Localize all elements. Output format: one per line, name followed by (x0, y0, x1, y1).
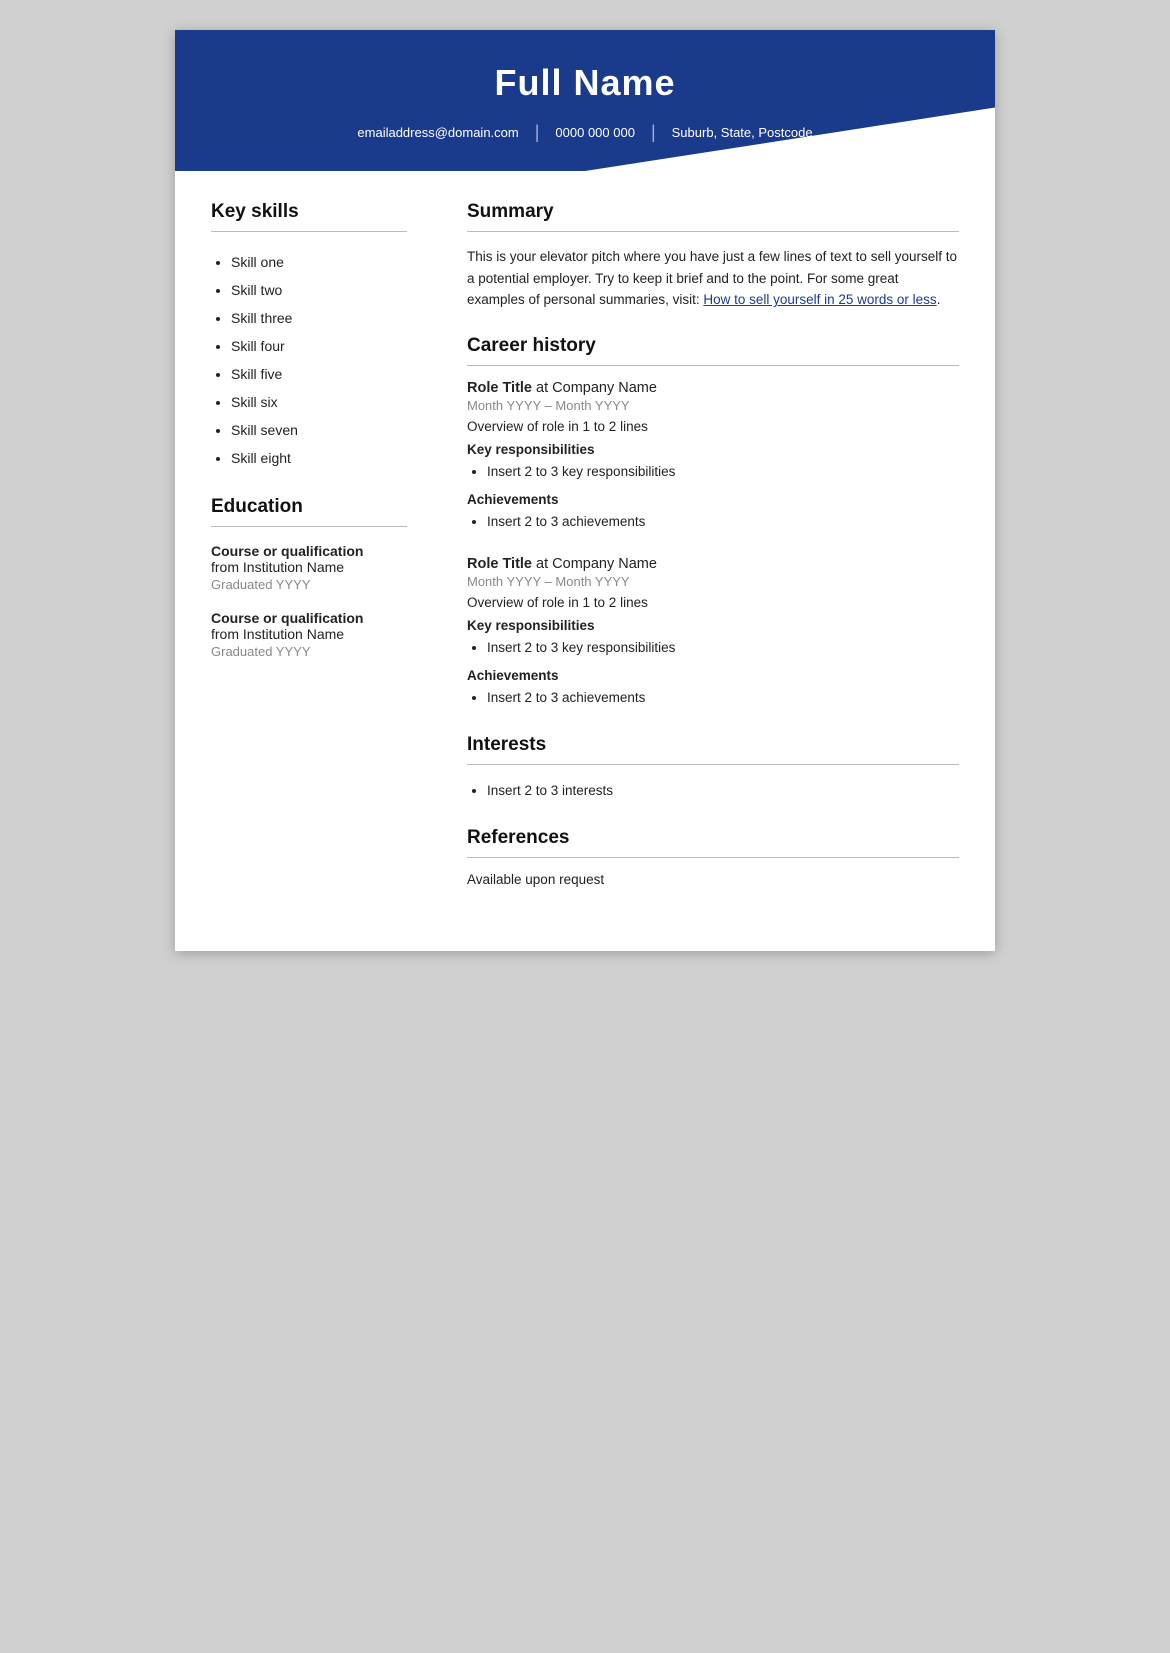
job-1-responsibilities-title: Key responsibilities (467, 442, 959, 457)
list-item: Insert 2 to 3 key responsibilities (487, 461, 959, 484)
career-title: Career history (467, 335, 959, 357)
job-1-achievements-list: Insert 2 to 3 achievements (467, 511, 959, 534)
interests-list: Insert 2 to 3 interests (467, 779, 959, 803)
career-section: Career history Role Title at Company Nam… (467, 335, 959, 710)
education-item-1: Course or qualification from Institution… (211, 543, 407, 592)
interests-section: Interests Insert 2 to 3 interests (467, 734, 959, 803)
references-title: References (467, 827, 959, 849)
references-text: Available upon request (467, 872, 959, 887)
phone: 0000 000 000 (539, 125, 651, 140)
summary-text: This is your elevator pitch where you ha… (467, 246, 959, 311)
summary-divider (467, 231, 959, 232)
job-2-title: Role Title at Company Name (467, 556, 959, 572)
list-item: Skill one (231, 248, 407, 276)
job-1-achievements-title: Achievements (467, 492, 959, 507)
career-divider (467, 365, 959, 366)
list-item: Insert 2 to 3 achievements (487, 687, 959, 710)
edu-qualification-1: Course or qualification (211, 543, 407, 559)
list-item: Skill five (231, 360, 407, 388)
edu-qualification-2: Course or qualification (211, 610, 407, 626)
body: Key skills Skill one Skill two Skill thr… (175, 171, 995, 951)
job-1-dates: Month YYYY – Month YYYY (467, 398, 959, 413)
job-1-overview: Overview of role in 1 to 2 lines (467, 419, 959, 434)
list-item: Insert 2 to 3 key responsibilities (487, 637, 959, 660)
interests-title: Interests (467, 734, 959, 756)
location: Suburb, State, Postcode (656, 125, 829, 140)
summary-link[interactable]: How to sell yourself in 25 words or less (703, 292, 936, 307)
header: Full Name emailaddress@domain.com | 0000… (175, 30, 995, 171)
list-item: Skill eight (231, 444, 407, 472)
skills-list: Skill one Skill two Skill three Skill fo… (211, 248, 407, 472)
job-1-responsibilities-list: Insert 2 to 3 key responsibilities (467, 461, 959, 484)
list-item: Skill four (231, 332, 407, 360)
job-2-dates: Month YYYY – Month YYYY (467, 574, 959, 589)
education-item-2: Course or qualification from Institution… (211, 610, 407, 659)
job-2-achievements-list: Insert 2 to 3 achievements (467, 687, 959, 710)
full-name: Full Name (215, 62, 955, 104)
list-item: Skill six (231, 388, 407, 416)
job-2-responsibilities-title: Key responsibilities (467, 618, 959, 633)
edu-grad-2: Graduated YYYY (211, 644, 407, 659)
interests-divider (467, 764, 959, 765)
education-divider (211, 526, 407, 527)
education-title: Education (211, 496, 407, 518)
list-item: Insert 2 to 3 interests (487, 779, 959, 803)
edu-grad-1: Graduated YYYY (211, 577, 407, 592)
email: emailaddress@domain.com (341, 125, 534, 140)
skills-section: Key skills Skill one Skill two Skill thr… (211, 201, 407, 472)
edu-institution-1: from Institution Name (211, 559, 407, 575)
job-1-title: Role Title at Company Name (467, 380, 959, 396)
skills-title: Key skills (211, 201, 407, 223)
education-section: Education Course or qualification from I… (211, 496, 407, 659)
contact-bar: emailaddress@domain.com | 0000 000 000 |… (215, 122, 955, 143)
job-2-achievements-title: Achievements (467, 668, 959, 683)
job-1: Role Title at Company Name Month YYYY – … (467, 380, 959, 534)
summary-title: Summary (467, 201, 959, 223)
list-item: Skill three (231, 304, 407, 332)
edu-institution-2: from Institution Name (211, 626, 407, 642)
skills-divider (211, 231, 407, 232)
list-item: Skill seven (231, 416, 407, 444)
job-2: Role Title at Company Name Month YYYY – … (467, 556, 959, 710)
summary-section: Summary This is your elevator pitch wher… (467, 201, 959, 311)
references-section: References Available upon request (467, 827, 959, 887)
list-item: Skill two (231, 276, 407, 304)
job-2-responsibilities-list: Insert 2 to 3 key responsibilities (467, 637, 959, 660)
right-column: Summary This is your elevator pitch wher… (435, 171, 995, 951)
resume-page: Full Name emailaddress@domain.com | 0000… (175, 30, 995, 951)
job-2-overview: Overview of role in 1 to 2 lines (467, 595, 959, 610)
left-column: Key skills Skill one Skill two Skill thr… (175, 171, 435, 951)
list-item: Insert 2 to 3 achievements (487, 511, 959, 534)
references-divider (467, 857, 959, 858)
